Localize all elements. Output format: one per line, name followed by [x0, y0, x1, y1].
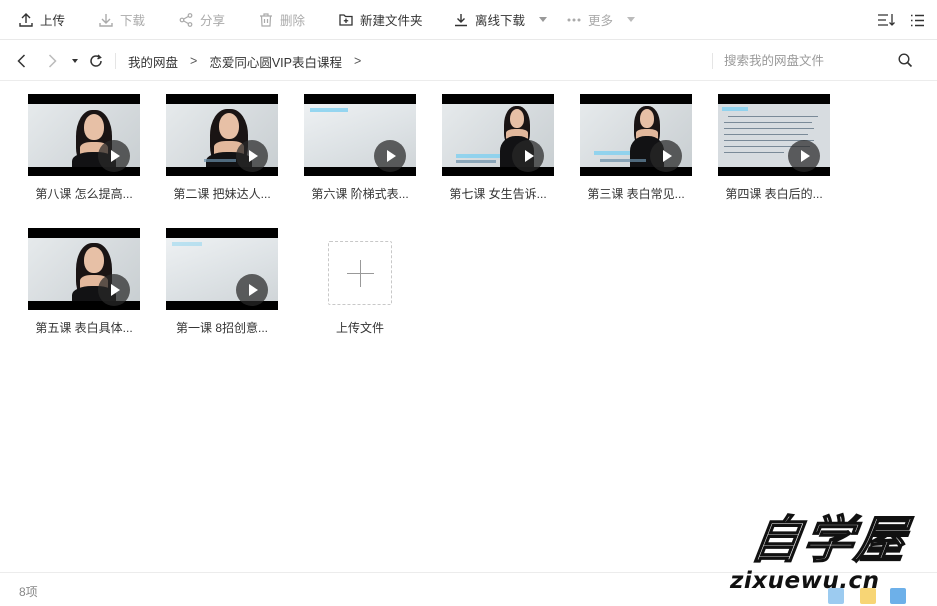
- share-icon: [179, 12, 193, 27]
- watermark-url: zixuewu.cn: [730, 568, 880, 594]
- new-folder-label: 新建文件夹: [360, 14, 423, 28]
- video-thumbnail: [166, 94, 278, 176]
- view-controls: [877, 0, 925, 40]
- share-button[interactable]: 分享: [179, 0, 225, 40]
- upload-file-button[interactable]: [328, 241, 392, 305]
- new-folder-button[interactable]: 新建文件夹: [339, 0, 423, 40]
- download-button[interactable]: 下载: [99, 0, 145, 40]
- upload-file-label[interactable]: 上传文件: [310, 319, 410, 336]
- play-icon: [236, 274, 268, 306]
- trash-icon: [260, 12, 272, 27]
- breadcrumb-current-folder[interactable]: 恋爱同心圆VIP表白课程: [209, 52, 342, 71]
- delete-button[interactable]: 删除: [259, 0, 305, 40]
- watermark-badge-icon: [890, 588, 906, 604]
- play-icon: [98, 140, 130, 172]
- more-button[interactable]: 更多: [567, 0, 636, 40]
- forward-button[interactable]: [48, 41, 57, 81]
- video-thumbnail: [580, 94, 692, 176]
- breadcrumb-root[interactable]: 我的网盘: [128, 52, 178, 71]
- forward-arrow-icon: [48, 54, 57, 68]
- file-name: 第六课 阶梯式表...: [311, 187, 409, 201]
- new-folder-icon: [339, 14, 353, 26]
- download-label: 下载: [120, 14, 146, 28]
- play-icon: [98, 274, 130, 306]
- video-thumbnail: [718, 94, 830, 176]
- watermark-title: 自学屋: [747, 510, 913, 570]
- search-input[interactable]: [724, 51, 884, 71]
- back-button[interactable]: [17, 41, 26, 81]
- search-divider: [712, 53, 713, 69]
- more-label: 更多: [588, 14, 614, 28]
- breadcrumb-separator: >: [190, 54, 198, 68]
- history-dropdown-button[interactable]: [72, 41, 78, 81]
- address-bar: 我的网盘 > 恋爱同心圆VIP表白课程 >: [0, 41, 937, 81]
- play-icon: [374, 140, 406, 172]
- file-name: 第一课 8招创意...: [175, 321, 268, 335]
- list-view-icon[interactable]: [910, 14, 925, 27]
- upload-label: 上传: [40, 14, 66, 28]
- file-name: 第四课 表白后的...: [725, 187, 823, 201]
- file-name: 第五课 表白具体...: [35, 321, 133, 335]
- watermark-badge-icon: [860, 588, 876, 604]
- file-name: 第二课 把妹达人...: [173, 187, 271, 201]
- item-count: 8项: [19, 585, 38, 599]
- offline-download-dropdown-icon[interactable]: [539, 17, 548, 22]
- video-thumbnail: [28, 228, 140, 310]
- back-arrow-icon: [17, 54, 26, 68]
- file-name: 第三课 表白常见...: [587, 187, 685, 201]
- play-icon: [236, 140, 268, 172]
- sort-icon[interactable]: [877, 13, 895, 27]
- refresh-button[interactable]: [89, 41, 103, 81]
- history-caret-icon: [72, 59, 78, 63]
- share-label: 分享: [200, 14, 226, 28]
- play-icon: [650, 140, 682, 172]
- breadcrumb-separator[interactable]: >: [354, 54, 361, 68]
- play-icon: [788, 140, 820, 172]
- delete-label: 删除: [280, 14, 306, 28]
- toolbar: 上传 下载 分享 删除 新建文件夹 离线下载 更多: [0, 0, 937, 40]
- video-thumbnail: [442, 94, 554, 176]
- offline-download-button[interactable]: 离线下载: [454, 0, 548, 40]
- download-icon: [99, 13, 113, 27]
- nav-divider: [115, 53, 116, 69]
- more-dots-icon: [567, 18, 581, 21]
- refresh-icon: [90, 54, 102, 67]
- watermark-badge-icon: [828, 588, 844, 604]
- upload-icon: [19, 12, 33, 27]
- play-icon: [512, 140, 544, 172]
- search-icon[interactable]: [898, 53, 913, 68]
- upload-button[interactable]: 上传: [19, 0, 65, 40]
- breadcrumb: 我的网盘 > 恋爱同心圆VIP表白课程 >: [128, 41, 373, 81]
- offline-download-icon: [455, 13, 467, 26]
- file-name: 第七课 女生告诉...: [449, 187, 547, 201]
- video-thumbnail: [28, 94, 140, 176]
- offline-download-label: 离线下载: [475, 14, 526, 28]
- file-name: 第八课 怎么提高...: [35, 187, 133, 201]
- video-thumbnail: [166, 228, 278, 310]
- plus-icon: [360, 260, 361, 287]
- more-dropdown-icon[interactable]: [627, 17, 636, 22]
- video-thumbnail: [304, 94, 416, 176]
